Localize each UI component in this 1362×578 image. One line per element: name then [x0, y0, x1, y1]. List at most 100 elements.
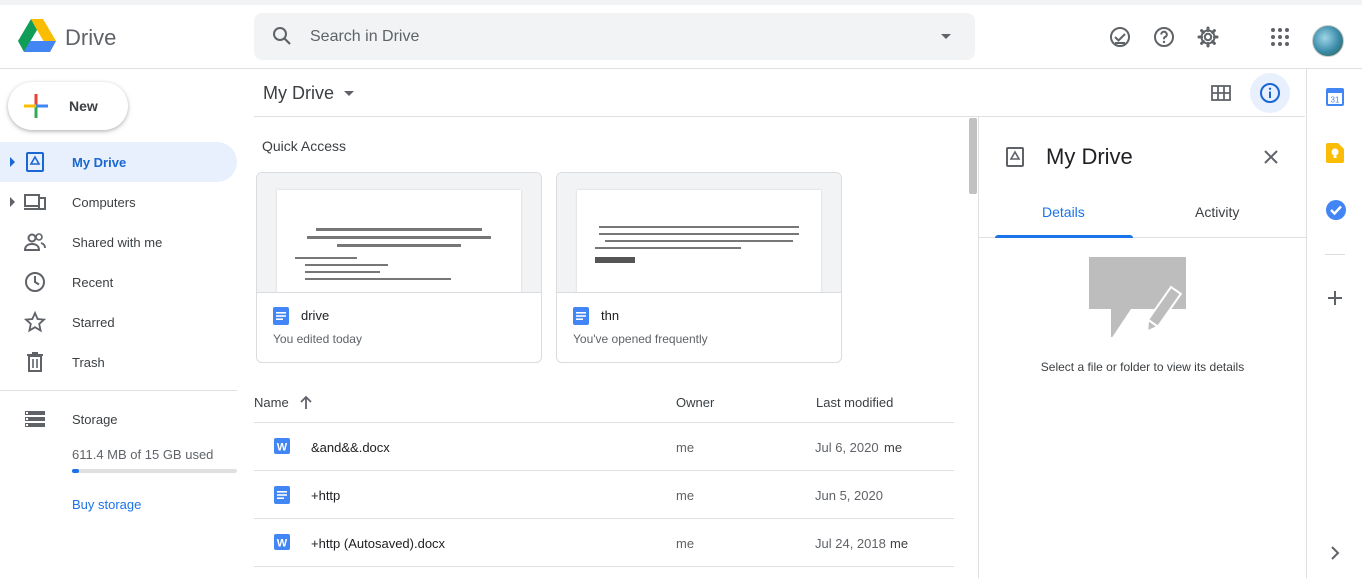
breadcrumb-dropdown-icon[interactable] [344, 91, 354, 96]
document-preview [277, 190, 521, 292]
file-modified-by: me [884, 440, 903, 455]
new-button-label: New [69, 98, 98, 114]
offline-check-icon[interactable] [1108, 25, 1132, 49]
computers-icon [24, 194, 46, 210]
sidebar-item-shared-with-me[interactable]: Shared with me [0, 222, 237, 262]
active-tab-indicator [995, 235, 1133, 238]
trash-icon [27, 352, 43, 372]
storage-progress-fill [72, 469, 79, 473]
breadcrumb[interactable]: My Drive [263, 83, 334, 104]
column-last-modified[interactable]: Last modified [816, 395, 893, 410]
sidebar-item-label: Computers [72, 195, 136, 210]
quick-access-title: Quick Access [262, 138, 347, 154]
sidebar-item-starred[interactable]: Starred [0, 302, 237, 342]
file-row[interactable]: W &and&&.docx me Jul 6, 2020 me [254, 423, 954, 471]
details-title: My Drive [1046, 144, 1133, 169]
sort-arrow-up-icon[interactable] [299, 394, 313, 410]
file-modified: Jul 6, 2020 [815, 440, 879, 455]
search-input[interactable]: Search in Drive [310, 28, 419, 46]
search-bar[interactable]: Search in Drive [254, 13, 975, 60]
svg-text:31: 31 [1331, 96, 1340, 105]
sidebar-item-recent[interactable]: Recent [0, 262, 237, 302]
file-owner: me [676, 488, 695, 503]
file-thumbnail [557, 173, 841, 293]
sidebar-item-trash[interactable]: Trash [0, 342, 237, 382]
quick-access-card-thn[interactable]: thn You've opened frequently [556, 172, 842, 363]
app-name[interactable]: Drive [65, 25, 116, 51]
settings-gear-icon[interactable] [1196, 25, 1220, 49]
sidebar-item-my-drive[interactable]: My Drive [0, 142, 237, 182]
apps-grid-icon[interactable] [1268, 25, 1292, 49]
details-tabs: Details Activity [979, 190, 1306, 238]
column-owner[interactable]: Owner [676, 395, 714, 410]
close-icon[interactable] [1261, 147, 1281, 167]
star-icon [24, 311, 46, 333]
empty-details-text: Select a file or folder to view its deta… [1040, 360, 1245, 374]
clock-icon [25, 272, 45, 292]
google-doc-icon [274, 486, 290, 504]
expand-arrow-icon[interactable] [10, 197, 15, 207]
tasks-icon[interactable] [1326, 200, 1346, 220]
file-row[interactable]: +http me Jun 5, 2020 [254, 471, 954, 519]
column-name[interactable]: Name [254, 395, 289, 410]
file-thumbnail [257, 173, 541, 293]
top-header: Drive Search in Drive [0, 0, 1362, 69]
storage-used-text: 611.4 MB of 15 GB used [72, 447, 214, 462]
sidebar-item-label: Trash [72, 355, 105, 370]
file-row[interactable]: W +http (Autosaved).docx me Jul 24, 2018… [254, 519, 954, 567]
new-button[interactable]: New [8, 82, 128, 130]
tab-details[interactable]: Details [1042, 204, 1085, 220]
keep-icon[interactable] [1326, 143, 1344, 163]
my-drive-icon [1006, 147, 1024, 167]
google-doc-icon [273, 307, 289, 325]
card-file-subtitle: You edited today [273, 332, 362, 346]
add-icon[interactable] [1326, 289, 1344, 307]
chevron-right-icon[interactable] [1329, 544, 1341, 562]
info-icon [1260, 83, 1280, 103]
card-file-name: thn [601, 308, 620, 323]
calendar-icon[interactable]: 31 [1326, 88, 1344, 106]
file-modified: Jun 5, 2020 [815, 488, 883, 503]
side-apps-panel: 31 [1306, 69, 1362, 578]
buy-storage-link[interactable]: Buy storage [72, 497, 141, 512]
card-file-name: drive [301, 308, 330, 323]
plus-icon [24, 94, 48, 118]
sidebar-item-label: Shared with me [72, 235, 163, 250]
sidebar-item-label: My Drive [72, 155, 127, 170]
file-list-header: Name Owner Last modified [254, 383, 954, 423]
search-options-icon[interactable] [941, 34, 951, 39]
file-modified-by: me [890, 536, 909, 551]
help-icon[interactable] [1152, 25, 1176, 49]
sidebar-item-computers[interactable]: Computers [0, 182, 237, 222]
side-panel-divider [1325, 254, 1345, 255]
file-modified: Jul 24, 2018 [815, 536, 886, 551]
sidebar-item-storage[interactable]: Storage [0, 399, 237, 439]
storage-progress-bar [72, 469, 237, 473]
svg-text:W: W [277, 538, 288, 550]
word-file-icon: W [274, 534, 290, 550]
card-file-subtitle: You've opened frequently [573, 332, 708, 346]
file-owner: me [676, 536, 695, 551]
account-avatar[interactable] [1312, 25, 1344, 57]
grid-view-icon[interactable] [1209, 81, 1233, 105]
storage-label: Storage [72, 412, 118, 427]
storage-icon [25, 411, 45, 427]
sidebar-item-label: Starred [72, 315, 115, 330]
drive-logo-icon[interactable] [18, 19, 56, 53]
scrollbar-thumb[interactable] [969, 118, 977, 194]
document-preview [577, 190, 821, 292]
file-name: +http (Autosaved).docx [311, 536, 446, 551]
tab-activity[interactable]: Activity [1195, 204, 1239, 220]
quick-access-card-drive[interactable]: drive You edited today [256, 172, 542, 363]
details-panel: My Drive Details Activity Select a file … [978, 117, 1306, 578]
search-icon[interactable] [272, 26, 292, 46]
empty-details-illustration-icon [1089, 257, 1186, 337]
view-details-button[interactable] [1250, 73, 1290, 113]
file-owner: me [676, 440, 695, 455]
file-name: +http [311, 488, 341, 503]
svg-text:W: W [277, 442, 288, 454]
toolbar: My Drive [254, 69, 1305, 117]
shared-icon [24, 233, 46, 251]
expand-arrow-icon[interactable] [10, 157, 15, 167]
sidebar-divider [0, 390, 237, 391]
